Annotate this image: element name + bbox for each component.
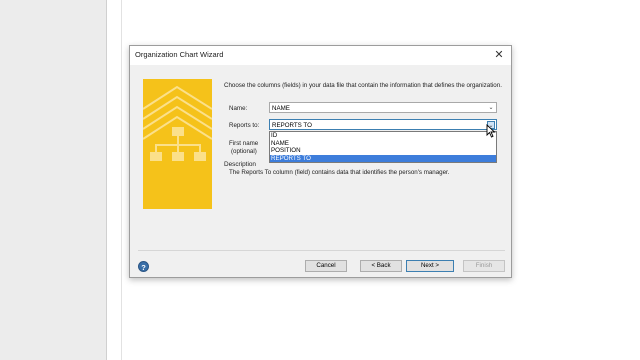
next-button[interactable]: Next > (406, 260, 454, 272)
instructions-text: Choose the columns (fields) in your data… (224, 82, 502, 89)
name-label: Name: (229, 105, 248, 112)
dialog-title: Organization Chart Wizard (135, 50, 224, 59)
cancel-button[interactable]: Cancel (305, 260, 347, 272)
help-icon[interactable]: ? (138, 261, 149, 272)
chevron-down-icon[interactable]: ⌄ (487, 104, 495, 112)
finish-button[interactable]: Finish (463, 260, 505, 272)
dropdown-option-reports-to[interactable]: REPORTS TO (270, 154, 496, 162)
background-panel (0, 0, 106, 360)
dropdown-option-name[interactable]: NAME (270, 140, 496, 148)
back-button[interactable]: < Back (360, 260, 402, 272)
dialog-titlebar: Organization Chart Wizard ✕ (130, 46, 511, 65)
dropdown-option-position[interactable]: POSITION (270, 147, 496, 155)
dropdown-option-id[interactable]: ID (270, 132, 496, 140)
description-heading: Description (224, 161, 256, 168)
reports-to-combobox-value: REPORTS TO (272, 121, 312, 129)
name-combobox-value: NAME (272, 104, 290, 112)
first-name-optional-note: (optional) (231, 148, 257, 155)
mouse-cursor-icon (486, 124, 496, 138)
footer-divider (138, 250, 505, 251)
reports-to-combobox[interactable]: REPORTS TO ⌄ (269, 119, 497, 130)
description-text: The Reports To column (field) contains d… (229, 169, 450, 176)
name-combobox[interactable]: NAME ⌄ (269, 102, 497, 113)
first-name-label: First name (229, 140, 259, 147)
panel-divider (121, 0, 122, 360)
reports-to-label: Reports to: (229, 122, 260, 129)
org-chart-wizard-dialog: Organization Chart Wizard ✕ Choose the c… (129, 45, 512, 278)
panel-divider (106, 0, 107, 360)
close-icon[interactable]: ✕ (492, 48, 506, 62)
reports-to-dropdown-list: ID NAME POSITION REPORTS TO (269, 131, 497, 163)
wizard-banner-image (143, 79, 212, 209)
